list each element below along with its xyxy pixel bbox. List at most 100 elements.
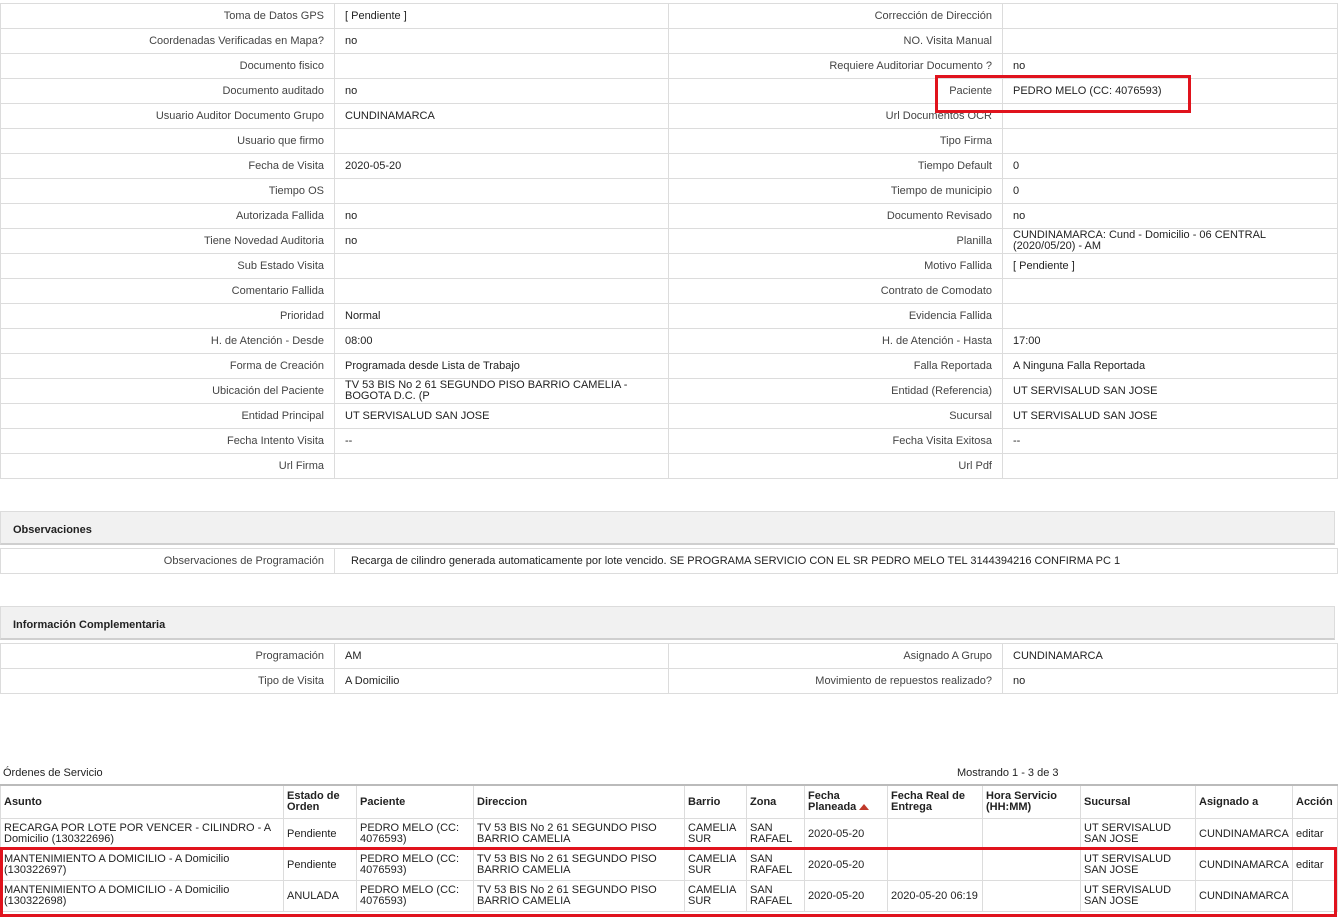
column-header-label: Hora Servicio (HH:MM) [986,790,1057,813]
detail-row: Forma de Creación Programada desde Lista … [0,353,1338,379]
value-autorizada-fallida: no [334,203,669,229]
detail-row: Ubicación del Paciente TV 53 BIS No 2 61 … [0,378,1338,404]
detail-row: Tiempo OS Tiempo de municipio 0 [0,178,1338,204]
column-header-label: Estado de Orden [287,790,340,813]
column-header-estado-de-orden[interactable]: Estado de Orden [283,784,357,819]
cell-asunto: MANTENIMIENTO A DOMICILIO - A Domicilio … [0,849,284,881]
column-header-paciente[interactable]: Paciente [356,784,474,819]
column-header-accion[interactable]: Acción [1292,784,1338,819]
value-falla-reportada: A Ninguna Falla Reportada [1002,353,1338,379]
detail-row: Documento fisico Requiere Auditoriar Docu… [0,53,1338,79]
cell-paciente: PEDRO MELO (CC: 4076593) [356,880,474,912]
cell-hora-servicio-hh-mm [982,849,1081,881]
value-toma-de-datos-gps: [ Pendiente ] [334,3,669,29]
value-no-visita-manual [1002,28,1338,54]
column-header-label: Barrio [688,795,721,808]
column-header-label: Acción [1296,795,1333,808]
sort-ascending-icon[interactable] [859,804,870,811]
value-fecha-intento-visita: -- [334,428,669,454]
label-falla-reportada: Falla Reportada [668,353,1003,379]
detail-row: Coordenadas Verificadas en Mapa? no NO. V… [0,28,1338,54]
detail-row: Usuario que firmo Tipo Firma [0,128,1338,154]
value-tiempo-de-municipio: 0 [1002,178,1338,204]
cell-paciente: PEDRO MELO (CC: 4076593) [356,818,474,850]
value-forma-de-creacion: Programada desde Lista de Trabajo [334,353,669,379]
value-entidad-principal: UT SERVISALUD SAN JOSE [334,403,669,429]
label-fecha-de-visita: Fecha de Visita [0,153,335,179]
visit-details-table: Toma de Datos GPS[ Pendiente ] Corrección… [0,3,1338,479]
value-url-firma [334,453,669,479]
edit-link[interactable]: editar [1296,828,1324,840]
value-documento-auditado: no [334,78,669,104]
cell-paciente: PEDRO MELO (CC: 4076593) [356,849,474,881]
accion-cell: editar [1292,849,1338,881]
column-header-sucursal[interactable]: Sucursal [1080,784,1196,819]
value-ubicacion-del-paciente: TV 53 BIS No 2 61 SEGUNDO PISO BARRIO CA… [334,378,669,404]
cell-hora-servicio-hh-mm [982,880,1081,912]
label-planilla: Planilla [668,228,1003,254]
cell-estado-de-orden: Pendiente [283,818,357,850]
cell-direccion: TV 53 BIS No 2 61 SEGUNDO PISO BARRIO CA… [473,849,685,881]
cell-direccion: TV 53 BIS No 2 61 SEGUNDO PISO BARRIO CA… [473,818,685,850]
value-sub-estado-visita [334,253,669,279]
column-header-asignado-a[interactable]: Asignado a [1195,784,1293,819]
label-tipo-firma: Tipo Firma [668,128,1003,154]
cell-estado-de-orden: Pendiente [283,849,357,881]
observaciones-title: Observaciones [13,524,92,536]
column-header-label: Direccion [477,795,528,808]
value-tipo-de-visita: A Domicilio [334,668,669,694]
detail-row: H. de Atención - Desde 08:00 H. de Atenció… [0,328,1338,354]
complementaria-section-header: Información Complementaria [0,606,1335,640]
complementaria-table: Programación AM Asignado A Grupo CUNDINAMAR… [0,643,1338,694]
value-evidencia-fallida [1002,303,1338,329]
label-ubicacion-del-paciente: Ubicación del Paciente [0,378,335,404]
cell-zona: SAN RAFAEL [746,880,805,912]
edit-link[interactable]: editar [1296,859,1324,871]
table-row: MANTENIMIENTO A DOMICILIO - A Domicilio … [0,849,1338,881]
column-header-fecha-real-de-entrega[interactable]: Fecha Real de Entrega [887,784,983,819]
label-prioridad: Prioridad [0,303,335,329]
detail-row: Fecha Intento Visita -- Fecha Visita Exit… [0,428,1338,454]
label-usuario-auditor-documento-grupo: Usuario Auditor Documento Grupo [0,103,335,129]
label-coordenadas-verificadas-en-mapa: Coordenadas Verificadas en Mapa? [0,28,335,54]
label-forma-de-creacion: Forma de Creación [0,353,335,379]
value-sucursal: UT SERVISALUD SAN JOSE [1002,403,1338,429]
cell-barrio: CAMELIA SUR [684,818,747,850]
label-movimiento-de-repuestos-realizado: Movimiento de repuestos realizado? [668,668,1003,694]
cell-fecha-real-de-entrega: 2020-05-20 06:19 [887,880,983,912]
value-movimiento-de-repuestos-realizado: no [1002,668,1338,694]
detail-row: Prioridad Normal Evidencia Fallida [0,303,1338,329]
value-tiene-novedad-auditoria: no [334,228,669,254]
cell-sucursal: UT SERVISALUD SAN JOSE [1080,849,1196,881]
value-prioridad: Normal [334,303,669,329]
cell-asunto: MANTENIMIENTO A DOMICILIO - A Domicilio … [0,880,284,912]
detail-row: Toma de Datos GPS[ Pendiente ] Corrección… [0,3,1338,29]
value-coordenadas-verificadas-en-mapa: no [334,28,669,54]
label-autorizada-fallida: Autorizada Fallida [0,203,335,229]
value-entidad-referencia: UT SERVISALUD SAN JOSE [1002,378,1338,404]
column-header-fecha-planeada[interactable]: Fecha Planeada [804,784,888,819]
label-toma-de-datos-gps: Toma de Datos GPS [0,3,335,29]
column-header-label: Asunto [4,795,42,808]
column-header-hora-servicio-hh-mm[interactable]: Hora Servicio (HH:MM) [982,784,1081,819]
observaciones-value: Recarga de cilindro generada automaticam… [334,548,1338,574]
column-header-direccion[interactable]: Direccion [473,784,685,819]
observaciones-row: Observaciones de Programación Recarga de… [0,548,1338,574]
label-tiempo-os: Tiempo OS [0,178,335,204]
label-paciente: Paciente [668,78,1003,104]
column-header-zona[interactable]: Zona [746,784,805,819]
label-fecha-visita-exitosa: Fecha Visita Exitosa [668,428,1003,454]
value-programacion: AM [334,643,669,669]
label-requiere-auditoriar-documento: Requiere Auditoriar Documento ? [668,53,1003,79]
detail-row: Url Firma Url Pdf [0,453,1338,479]
cell-asunto: RECARGA POR LOTE POR VENCER - CILINDRO -… [0,818,284,850]
value-correccion-de-direccion [1002,3,1338,29]
label-programacion: Programación [0,643,335,669]
detail-row: Tiene Novedad Auditoria no Planilla CUNDIN… [0,228,1338,254]
column-header-barrio[interactable]: Barrio [684,784,747,819]
column-header-asunto[interactable]: Asunto [0,784,284,819]
label-comentario-fallida: Comentario Fallida [0,278,335,304]
cell-fecha-planeada: 2020-05-20 [804,818,888,850]
label-usuario-que-firmo: Usuario que firmo [0,128,335,154]
label-entidad-referencia: Entidad (Referencia) [668,378,1003,404]
